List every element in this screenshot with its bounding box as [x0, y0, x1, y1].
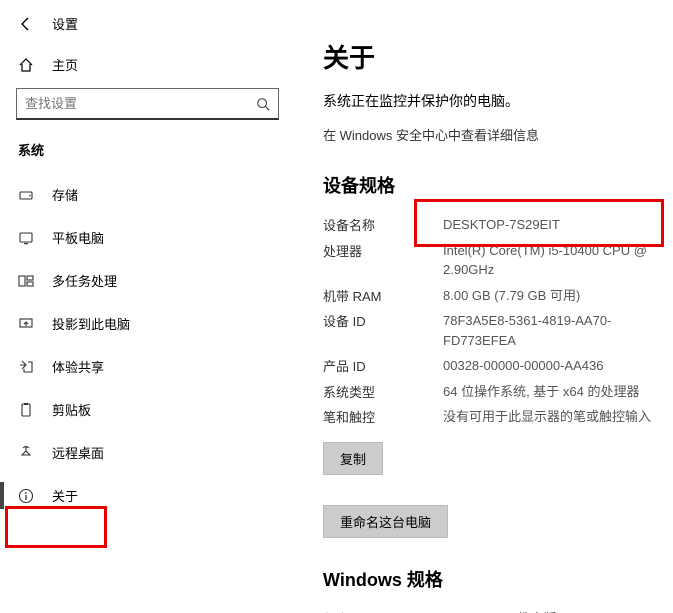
project-icon — [18, 316, 34, 332]
spec-row-product-id: 产品 ID 00328-00000-00000-AA436 — [323, 353, 673, 379]
info-icon — [18, 488, 34, 504]
sidebar-item-label: 平板电脑 — [52, 228, 104, 247]
spec-value-device-name: DESKTOP-7S29EIT — [443, 215, 673, 235]
spec-row-pen-touch: 笔和触控 没有可用于此显示器的笔或触控输入 — [323, 404, 673, 430]
header-row: 设置 — [0, 8, 295, 45]
sidebar-item-multitask[interactable]: 多任务处理 — [0, 259, 295, 302]
spec-row-edition: 版本 Windows 10 教育版 — [323, 606, 673, 613]
spec-value: 64 位操作系统, 基于 x64 的处理器 — [443, 382, 673, 402]
page-title: 关于 — [323, 38, 673, 75]
sidebar-item-label: 多任务处理 — [52, 271, 117, 290]
sidebar-item-label: 远程桌面 — [52, 443, 104, 462]
settings-title: 设置 — [52, 14, 78, 33]
spec-row-device-name: 设备名称 DESKTOP-7S29EIT — [323, 212, 673, 238]
home-button[interactable]: 主页 — [0, 45, 295, 84]
search-icon — [256, 97, 270, 111]
spec-value: Intel(R) Core(TM) i5-10400 CPU @ 2.90GHz — [443, 241, 673, 280]
share-icon — [18, 359, 34, 375]
security-center-link[interactable]: 在 Windows 安全中心中查看详细信息 — [323, 125, 673, 144]
clipboard-icon — [18, 402, 34, 418]
sidebar-item-about[interactable]: 关于 — [0, 474, 295, 517]
spec-label: 处理器 — [323, 241, 443, 280]
back-icon[interactable] — [18, 16, 34, 32]
sidebar-item-label: 投影到此电脑 — [52, 314, 130, 333]
spec-value: 没有可用于此显示器的笔或触控输入 — [443, 407, 673, 427]
spec-label: 版本 — [323, 609, 443, 613]
spec-label: 机带 RAM — [323, 286, 443, 306]
sidebar-item-remote[interactable]: 远程桌面 — [0, 431, 295, 474]
sidebar-item-shared[interactable]: 体验共享 — [0, 345, 295, 388]
spec-label: 设备 ID — [323, 311, 443, 350]
spec-row-processor: 处理器 Intel(R) Core(TM) i5-10400 CPU @ 2.9… — [323, 238, 673, 283]
copy-button[interactable]: 复制 — [323, 442, 383, 475]
spec-value: 8.00 GB (7.79 GB 可用) — [443, 286, 673, 306]
multitask-icon — [18, 273, 34, 289]
home-label: 主页 — [52, 55, 78, 74]
remote-icon — [18, 445, 34, 461]
search-input[interactable] — [25, 96, 256, 111]
tablet-icon — [18, 230, 34, 246]
spec-row-system-type: 系统类型 64 位操作系统, 基于 x64 的处理器 — [323, 379, 673, 405]
sidebar-item-label: 存储 — [52, 185, 78, 204]
sidebar: 设置 主页 系统 存储 — [0, 0, 295, 613]
spec-label: 设备名称 — [323, 215, 443, 235]
spec-label: 笔和触控 — [323, 407, 443, 427]
home-icon — [18, 57, 34, 73]
sidebar-item-clipboard[interactable]: 剪贴板 — [0, 388, 295, 431]
spec-label: 产品 ID — [323, 356, 443, 376]
storage-icon — [18, 187, 34, 203]
sidebar-item-label: 剪贴板 — [52, 400, 91, 419]
spec-value: 78F3A5E8-5361-4819-AA70-FD773EFEA — [443, 311, 673, 350]
sidebar-item-storage[interactable]: 存储 — [0, 173, 295, 216]
spec-value: Windows 10 教育版 — [443, 609, 673, 613]
spec-label: 系统类型 — [323, 382, 443, 402]
search-input-wrapper[interactable] — [16, 88, 279, 120]
sidebar-item-label: 体验共享 — [52, 357, 104, 376]
device-spec-heading: 设备规格 — [323, 172, 673, 198]
sidebar-item-project[interactable]: 投影到此电脑 — [0, 302, 295, 345]
spec-row-device-id: 设备 ID 78F3A5E8-5361-4819-AA70-FD773EFEA — [323, 308, 673, 353]
protection-status: 系统正在监控并保护你的电脑。 — [323, 91, 673, 111]
sidebar-item-tablet[interactable]: 平板电脑 — [0, 216, 295, 259]
category-label: 系统 — [0, 130, 295, 173]
windows-spec-heading: Windows 规格 — [323, 566, 673, 592]
content-area: 关于 系统正在监控并保护你的电脑。 在 Windows 安全中心中查看详细信息 … — [295, 0, 673, 613]
spec-row-ram: 机带 RAM 8.00 GB (7.79 GB 可用) — [323, 283, 673, 309]
rename-pc-button[interactable]: 重命名这台电脑 — [323, 505, 448, 538]
sidebar-item-label: 关于 — [52, 486, 78, 505]
spec-value: 00328-00000-00000-AA436 — [443, 356, 673, 376]
